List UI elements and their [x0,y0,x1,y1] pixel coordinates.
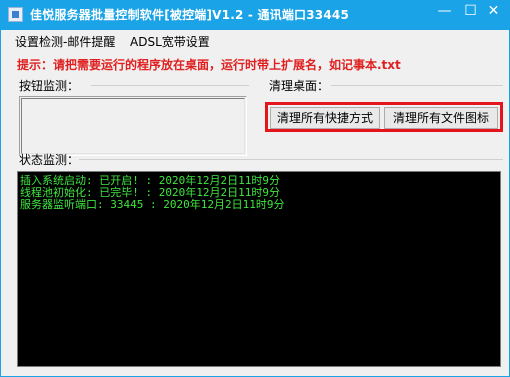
button-monitor-divider [91,85,249,86]
clean-desktop-label: 清理桌面： [269,79,330,93]
button-monitor-label: 按钮监测： [19,79,80,93]
clean-desktop-divider [331,85,503,86]
status-console[interactable]: 插入系统启动: 已开启! : 2020年12月2日11时9分 线程池初始化: 已… [17,171,501,367]
title-bar[interactable]: 佳悦服务器批量控制软件[被控端]V1.2 - 通讯端口33445 — ☐ ✕ [0,0,510,30]
app-window: 佳悦服务器批量控制软件[被控端]V1.2 - 通讯端口33445 — ☐ ✕ 设… [0,0,510,377]
clean-desktop-highlight: 清理所有快捷方式 清理所有文件图标 [265,102,503,132]
menu-item-adsl[interactable]: ADSL宽带设置 [130,33,210,50]
status-monitor-label: 状态监测： [19,153,80,167]
menu-bar: 设置检测-邮件提醒 ADSL宽带设置 [1,30,509,52]
window-title: 佳悦服务器批量控制软件[被控端]V1.2 - 通讯端口33445 [30,8,349,22]
app-icon [8,7,23,22]
clean-shortcuts-button[interactable]: 清理所有快捷方式 [270,107,380,129]
client-area: 设置检测-邮件提醒 ADSL宽带设置 提示：请把需要运行的程序放在桌面，运行时带… [1,30,509,376]
status-line: 服务器监听端口: 33445 : 2020年12月2日11时9分 [20,198,285,211]
close-button[interactable]: ✕ [477,0,510,22]
menu-item-mail-alert[interactable]: 设置检测-邮件提醒 [15,33,115,50]
hint-text: 提示：请把需要运行的程序放在桌面，运行时带上扩展名，如记事本.txt [17,58,401,72]
clean-file-icons-button[interactable]: 清理所有文件图标 [384,107,498,129]
status-monitor-divider [79,159,503,160]
button-monitor-box [19,96,247,156]
